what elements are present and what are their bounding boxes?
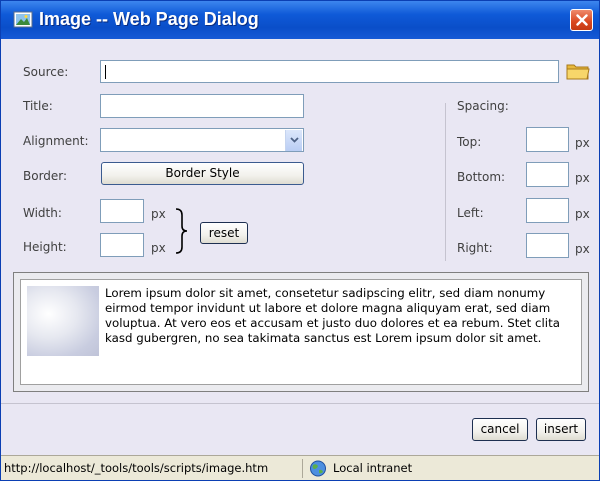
dialog-window: Image -- Web Page Dialog Source: Title: … [0,0,600,481]
status-url: http://localhost/_tools/tools/scripts/im… [4,459,303,478]
spacing-right-input[interactable] [526,233,569,258]
spacing-bottom-label: Bottom: [457,170,506,184]
height-input[interactable] [100,233,144,257]
preview-area: Lorem ipsum dolor sit amet, consetetur s… [20,279,582,385]
spacing-right-unit: px [575,242,590,256]
height-label: Height: [23,240,67,254]
height-unit: px [151,241,166,255]
insert-button[interactable]: insert [536,418,586,441]
picture-icon [13,11,33,28]
spacing-heading: Spacing: [457,99,509,113]
chevron-down-icon [290,137,299,143]
spacing-left-input[interactable] [526,198,569,223]
spacing-left-label: Left: [457,206,484,220]
spacing-bottom-unit: px [575,171,590,185]
source-input[interactable] [100,60,559,83]
spacing-right-label: Right: [457,241,493,255]
column-divider [445,103,446,261]
spacing-left-unit: px [575,207,590,221]
spacing-top-input[interactable] [526,127,569,152]
status-bar: http://localhost/_tools/tools/scripts/im… [1,455,599,480]
width-label: Width: [23,206,62,220]
preview-text: Lorem ipsum dolor sit amet, consetetur s… [29,286,569,356]
image-float-spacer [29,286,105,356]
dropdown-button[interactable] [285,130,302,151]
close-button[interactable] [570,9,593,31]
border-style-button[interactable]: Border Style [101,162,304,185]
preview-body: Lorem ipsum dolor sit amet, consetetur s… [105,286,560,345]
close-icon [576,14,588,26]
title-label: Title: [23,99,53,113]
alignment-select[interactable] [100,128,304,152]
footer-divider [1,403,599,404]
preview-pane: Lorem ipsum dolor sit amet, consetetur s… [13,272,589,392]
folder-icon[interactable] [565,60,591,82]
source-label: Source: [23,65,69,79]
cancel-button[interactable]: cancel [472,418,528,441]
alignment-label: Alignment: [23,134,89,148]
zone-label: Local intranet [333,461,413,475]
spacing-top-label: Top: [457,135,482,149]
spacing-bottom-input[interactable] [526,162,569,187]
dialog-title: Image -- Web Page Dialog [39,9,259,29]
width-input[interactable] [100,199,144,223]
spacing-top-unit: px [575,136,590,150]
title-input[interactable] [100,94,304,118]
width-unit: px [151,207,166,221]
reset-button[interactable]: reset [200,222,248,244]
text-caret [105,65,106,79]
security-zone: Local intranet [307,459,487,478]
border-label: Border: [23,169,68,183]
brace-icon [175,208,188,254]
globe-icon [310,460,326,477]
title-bar: Image -- Web Page Dialog [1,1,599,39]
